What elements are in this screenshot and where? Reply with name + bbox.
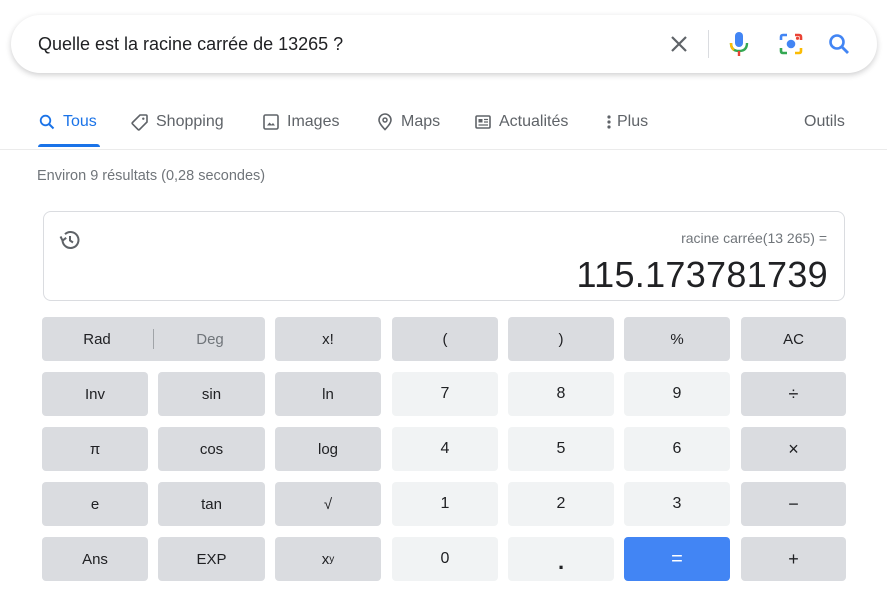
tab-label: Plus — [617, 113, 649, 130]
multiply-key[interactable]: × — [741, 427, 846, 471]
clear-icon[interactable] — [664, 29, 694, 59]
rad-deg-toggle[interactable]: Rad Deg — [42, 317, 265, 361]
news-icon — [474, 113, 492, 131]
percent-key[interactable]: % — [624, 317, 730, 361]
search-tabs: Tous Shopping Images Maps Actualités Plu… — [0, 100, 887, 150]
map-pin-icon — [376, 113, 394, 131]
calculator-result: 115.173781739 — [576, 254, 828, 295]
tab-label: Shopping — [156, 113, 224, 130]
log-key[interactable]: log — [275, 427, 381, 471]
square-root-key[interactable]: √ — [275, 482, 381, 526]
digit-1-key[interactable]: 1 — [392, 482, 498, 526]
tab-label: Images — [287, 113, 340, 130]
tools-label: Outils — [804, 113, 845, 130]
cos-key[interactable]: cos — [158, 427, 265, 471]
ln-key[interactable]: ln — [275, 372, 381, 416]
history-icon[interactable] — [58, 228, 82, 252]
tab-news[interactable]: Actualités — [474, 100, 568, 144]
digit-8-key[interactable]: 8 — [508, 372, 614, 416]
factorial-key[interactable]: x! — [275, 317, 381, 361]
tag-icon — [131, 113, 149, 131]
tab-more[interactable]: Plus — [605, 100, 648, 144]
active-tab-indicator — [38, 144, 100, 147]
left-paren-key[interactable]: ( — [392, 317, 498, 361]
result-stats: Environ 9 résultats (0,28 secondes) — [37, 168, 266, 184]
digit-4-key[interactable]: 4 — [392, 427, 498, 471]
digit-6-key[interactable]: 6 — [624, 427, 730, 471]
image-icon — [262, 113, 280, 131]
divide-key[interactable]: ÷ — [741, 372, 846, 416]
calculator-display: racine carrée(13 265) = 115.173781739 — [43, 211, 845, 301]
digit-2-key[interactable]: 2 — [508, 482, 614, 526]
power-base: x — [321, 550, 330, 568]
more-vert-icon — [605, 113, 613, 131]
deg-button[interactable]: Deg — [155, 331, 265, 348]
search-bar[interactable]: Quelle est la racine carrée de 13265 ? — [11, 15, 877, 73]
plus-key[interactable]: + — [741, 537, 846, 581]
inverse-key[interactable]: Inv — [42, 372, 148, 416]
equals-key[interactable]: = — [624, 537, 730, 581]
tab-maps[interactable]: Maps — [376, 100, 440, 144]
power-exponent: y — [329, 553, 335, 565]
search-icon — [38, 113, 56, 131]
search-bar-divider — [708, 30, 709, 58]
digit-9-key[interactable]: 9 — [624, 372, 730, 416]
microphone-icon[interactable] — [724, 29, 754, 59]
tab-label: Tous — [63, 113, 97, 130]
exponent-key[interactable]: EXP — [158, 537, 265, 581]
search-input[interactable]: Quelle est la racine carrée de 13265 ? — [38, 15, 343, 73]
tab-label: Maps — [401, 113, 441, 130]
tabs-divider — [0, 149, 887, 150]
digit-7-key[interactable]: 7 — [392, 372, 498, 416]
digit-5-key[interactable]: 5 — [508, 427, 614, 471]
minus-key[interactable]: − — [741, 482, 846, 526]
camera-lens-icon[interactable] — [776, 29, 806, 59]
rad-deg-separator — [153, 329, 154, 349]
digit-0-key[interactable]: 0 — [392, 537, 498, 581]
sin-key[interactable]: sin — [158, 372, 265, 416]
digit-3-key[interactable]: 3 — [624, 482, 730, 526]
power-key[interactable]: xy — [275, 537, 381, 581]
rad-button[interactable]: Rad — [42, 331, 152, 348]
pi-key[interactable]: π — [42, 427, 148, 471]
answer-key[interactable]: Ans — [42, 537, 148, 581]
all-clear-key[interactable]: AC — [741, 317, 846, 361]
calculator-expression: racine carrée(13 265) = — [681, 230, 827, 246]
tools-button[interactable]: Outils — [804, 100, 845, 144]
tan-key[interactable]: tan — [158, 482, 265, 526]
tab-shopping[interactable]: Shopping — [131, 100, 224, 144]
tab-images[interactable]: Images — [262, 100, 339, 144]
tab-all[interactable]: Tous — [38, 100, 97, 144]
tab-label: Actualités — [499, 113, 569, 130]
decimal-point-key[interactable]: . — [508, 537, 614, 581]
right-paren-key[interactable]: ) — [508, 317, 614, 361]
search-icon[interactable] — [824, 29, 854, 59]
euler-key[interactable]: e — [42, 482, 148, 526]
